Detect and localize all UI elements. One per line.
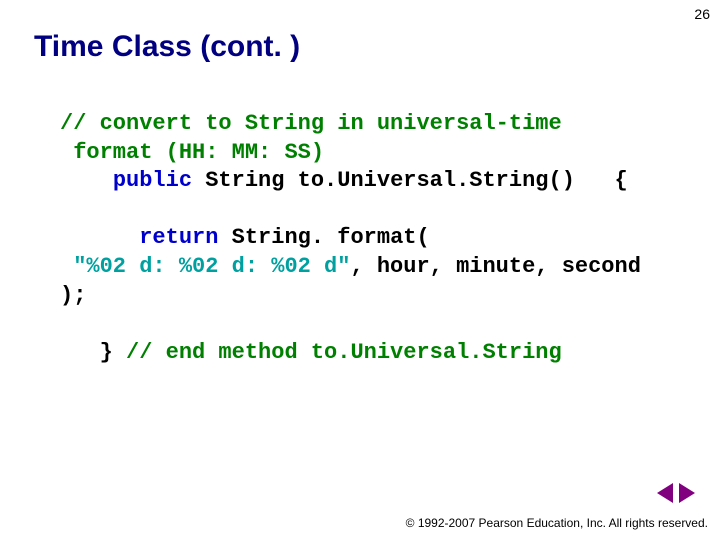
next-arrow-icon[interactable]: [679, 483, 695, 503]
code-block: // convert to String in universal-time f…: [60, 110, 680, 367]
code-comment-2: // end method to.Universal.String: [126, 340, 562, 365]
code-string-1: "%02 d: %02 d: %02 d": [73, 254, 350, 279]
code-keyword-public: public: [113, 168, 192, 193]
code-comment-1: // convert to String in universal-time f…: [60, 111, 562, 165]
slide-title: Time Class (cont. ): [34, 30, 300, 64]
code-text-2: String. format(: [218, 225, 429, 250]
slide: 26 Time Class (cont. ) // convert to Str…: [0, 0, 720, 540]
page-number: 26: [694, 6, 710, 22]
code-keyword-return: return: [139, 225, 218, 250]
nav-controls: [656, 483, 696, 508]
code-text-1: String to.Universal.String() {: [192, 168, 628, 193]
code-text-4: }: [60, 340, 126, 365]
prev-arrow-icon[interactable]: [657, 483, 673, 503]
copyright-footer: © 1992-2007 Pearson Education, Inc. All …: [406, 516, 708, 530]
